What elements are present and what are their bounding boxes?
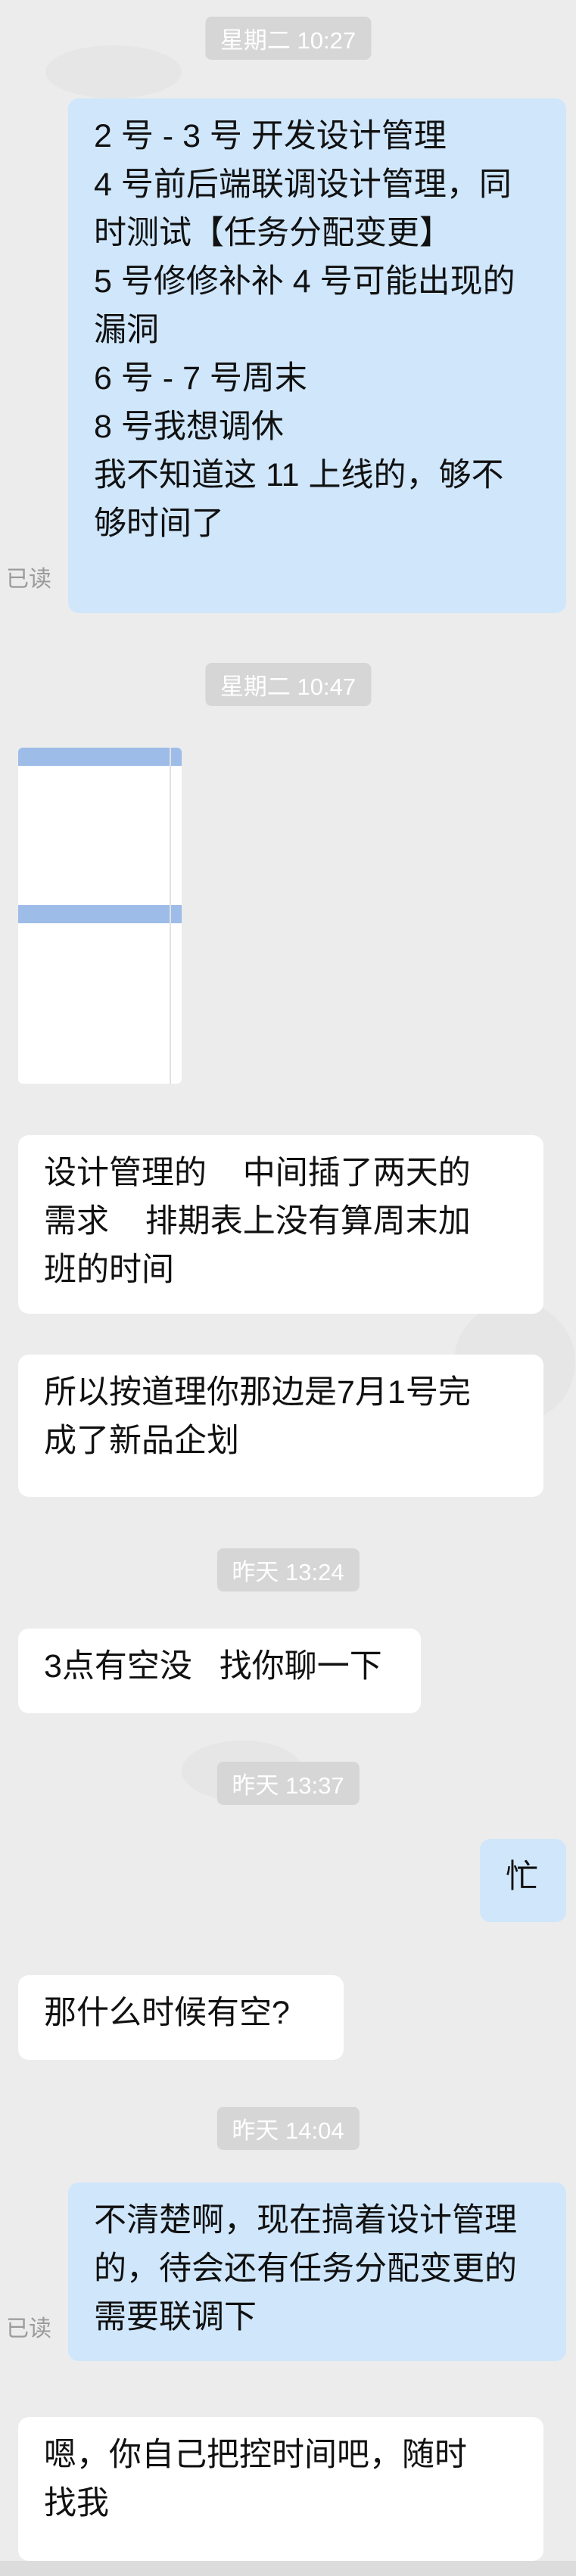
message-text: 设计管理的 中间插了两天的 (44, 1155, 471, 1191)
message-text: 漏洞 (94, 312, 159, 348)
message-text: 不清楚啊，现在搞着设计管理 (94, 2202, 517, 2238)
message-bubble-sent[interactable]: 忙 (480, 1839, 566, 1922)
message-text: 成了新品企划 (44, 1423, 239, 1459)
read-receipt: 已读 (6, 2316, 51, 2341)
message-bubble-received[interactable]: 所以按道理你那边是7月1号完 成了新品企划 (18, 1355, 543, 1497)
image-message[interactable] (18, 748, 182, 1084)
timestamp: 昨天 13:24 (216, 1548, 360, 1591)
message-bubble-sent[interactable]: 不清楚啊，现在搞着设计管理 的，待会还有任务分配变更的 需要联调下 (68, 2182, 566, 2361)
message-text: 需求 排期表上没有算周末加 (44, 1203, 471, 1240)
message-text: 时测试【任务分配变更】 (94, 215, 452, 251)
message-text: 我不知道这 11 上线的，够不 (94, 457, 504, 493)
message-bubble-received[interactable]: 设计管理的 中间插了两天的 需求 排期表上没有算周末加 班的时间 (18, 1135, 543, 1314)
message-text: 班的时间 (44, 1252, 174, 1288)
timestamp: 昨天 13:37 (216, 1762, 360, 1805)
message-bubble-received[interactable]: 嗯，你自己把控时间吧，随时 找我 (18, 2417, 543, 2561)
message-text: 2 号 - 3 号 开发设计管理 (94, 118, 447, 154)
message-text: 3点有空没 找你聊一下 (44, 1648, 382, 1685)
image-highlight-bar (18, 905, 182, 923)
image-divider (170, 748, 171, 1084)
timestamp: 星期二 10:27 (204, 17, 372, 60)
message-text: 那什么时候有空? (44, 1995, 290, 2031)
message-text: 够时间了 (94, 506, 224, 542)
message-text: 8 号我想调休 (94, 409, 284, 445)
message-text: 所以按道理你那边是7月1号完 (44, 1374, 471, 1411)
message-text: 4 号前后端联调设计管理，同 (94, 166, 512, 203)
message-text: 5 号修修补补 4 号可能出现的 (94, 263, 515, 300)
message-text: 6 号 - 7 号周末 (94, 360, 307, 397)
bottom-edge (0, 2561, 576, 2576)
watermark-blur (45, 45, 182, 98)
message-bubble-received[interactable]: 3点有空没 找你聊一下 (18, 1629, 421, 1713)
message-text: 的，待会还有任务分配变更的 (94, 2251, 517, 2287)
message-bubble-received[interactable]: 那什么时候有空? (18, 1975, 344, 2060)
image-highlight-bar (18, 748, 182, 766)
chat-conversation: 星期二 10:27 2 号 - 3 号 开发设计管理 4 号前后端联调设计管理，… (0, 0, 576, 2576)
read-receipt: 已读 (6, 567, 51, 592)
message-bubble-sent[interactable]: 2 号 - 3 号 开发设计管理 4 号前后端联调设计管理，同 时测试【任务分配… (68, 98, 566, 613)
timestamp: 星期二 10:47 (204, 663, 372, 706)
message-text: 忙 (506, 1859, 538, 1895)
message-text: 嗯，你自己把控时间吧，随时 (44, 2437, 467, 2473)
message-text: 需要联调下 (94, 2299, 257, 2335)
message-text: 找我 (44, 2485, 109, 2522)
timestamp: 昨天 14:04 (216, 2107, 360, 2150)
